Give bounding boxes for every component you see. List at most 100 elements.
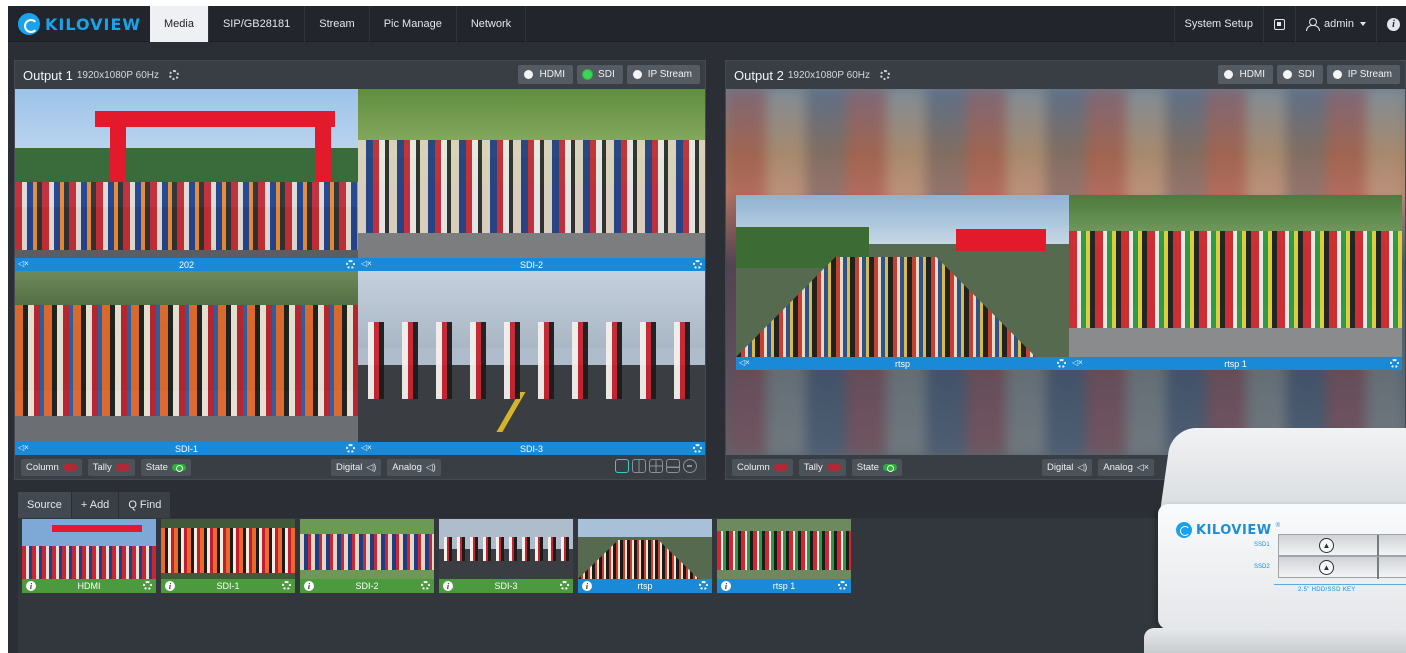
source-item[interactable]: i HDMI: [22, 519, 156, 593]
tally-toggle[interactable]: Tally: [798, 458, 846, 476]
find-source-button[interactable]: Q Find: [119, 492, 172, 518]
output-1-title: Output 1: [23, 67, 73, 83]
gear-icon[interactable]: [838, 581, 847, 590]
chevron-down-icon: [1360, 22, 1366, 26]
nav-pic-manage[interactable]: Pic Manage: [370, 6, 457, 42]
mute-icon[interactable]: ◁×: [739, 358, 750, 367]
gear-icon[interactable]: [346, 444, 355, 453]
analog-audio-button[interactable]: Analog ◁): [387, 458, 441, 476]
output-2-sdi-radio[interactable]: SDI: [1277, 65, 1323, 84]
device-button[interactable]: [1263, 6, 1295, 42]
user-icon: [1306, 18, 1321, 31]
nav-stream[interactable]: Stream: [305, 6, 370, 42]
video-tile[interactable]: ◁× rtsp 1: [1069, 195, 1402, 370]
source-item[interactable]: i SDI-3: [439, 519, 573, 593]
video-thumbnail: [15, 89, 358, 258]
device-base: [1144, 628, 1406, 653]
radio-icon: [632, 70, 642, 79]
output-2-resolution: 1920x1080P 60Hz: [787, 70, 870, 81]
radio-icon: [1283, 70, 1293, 79]
digital-label: Digital: [1046, 461, 1074, 473]
off-indicator-icon: [62, 463, 77, 471]
nav-sip[interactable]: SIP/GB28181: [209, 6, 306, 42]
video-tile[interactable]: ◁× SDI-3: [358, 271, 705, 455]
video-thumbnail: [1069, 195, 1402, 357]
nav-media[interactable]: Media: [150, 6, 209, 42]
off-indicator-icon: [826, 463, 841, 471]
nav-network[interactable]: Network: [457, 6, 527, 42]
tile-label: SDI-3: [519, 443, 543, 454]
info-icon[interactable]: i: [582, 581, 592, 591]
eject-icon: ▲: [1319, 560, 1334, 575]
gear-icon[interactable]: [282, 581, 291, 590]
source-item[interactable]: i SDI-1: [161, 519, 295, 593]
output-1-ipstream-radio[interactable]: IP Stream: [626, 65, 700, 84]
layout-pip-icon[interactable]: [666, 459, 680, 473]
gear-icon[interactable]: [560, 581, 569, 590]
tile-bar: ◁× SDI-3: [358, 442, 705, 455]
brand-name: KILOVIEW: [45, 14, 142, 34]
gear-icon[interactable]: [693, 444, 702, 453]
output-1-hdmi-radio[interactable]: HDMI: [518, 65, 574, 84]
device-icon: [1274, 18, 1286, 30]
video-tile[interactable]: ◁× rtsp: [736, 195, 1069, 370]
gear-icon[interactable]: [168, 70, 179, 80]
column-toggle[interactable]: Column: [732, 458, 793, 476]
info-icon[interactable]: i: [721, 581, 731, 591]
kiloview-device-image: KILOVIEW ® SSD1 ▲ SSD2 ▲ 2.5" HDD/SSD KE…: [1142, 428, 1406, 653]
source-item[interactable]: i SDI-2: [300, 519, 434, 593]
tile-bar: ◁× rtsp: [736, 357, 1069, 370]
video-thumbnail: [736, 195, 1069, 357]
mute-icon[interactable]: ◁×: [361, 259, 372, 268]
video-thumbnail: [358, 89, 705, 258]
output-1-sdi-radio[interactable]: SDI: [577, 65, 623, 84]
layout-single-icon[interactable]: [615, 459, 629, 473]
tally-toggle[interactable]: Tally: [87, 458, 135, 476]
add-source-button[interactable]: + Add: [71, 492, 120, 518]
output-2-ipstream-radio[interactable]: IP Stream: [1326, 65, 1400, 84]
layout-split-icon[interactable]: [632, 459, 646, 473]
info-icon[interactable]: i: [304, 581, 314, 591]
gear-icon[interactable]: [1057, 359, 1066, 368]
gear-icon[interactable]: [879, 70, 890, 80]
output-2-hdmi-radio[interactable]: HDMI: [1218, 65, 1274, 84]
logo-icon: [18, 13, 40, 35]
source-item[interactable]: i rtsp: [578, 519, 712, 593]
system-setup-button[interactable]: System Setup: [1173, 6, 1263, 42]
mute-icon[interactable]: ◁×: [18, 259, 29, 268]
layout-remove-icon[interactable]: [683, 459, 697, 473]
info-icon[interactable]: i: [443, 581, 453, 591]
source-item[interactable]: i rtsp 1: [717, 519, 851, 593]
video-tile[interactable]: ◁× SDI-1: [15, 271, 358, 455]
source-thumbnail: [578, 519, 712, 579]
info-icon[interactable]: i: [165, 581, 175, 591]
state-label: State: [145, 461, 168, 473]
state-toggle[interactable]: State: [140, 458, 191, 476]
column-toggle[interactable]: Column: [21, 458, 82, 476]
drive-bay-1: ▲: [1278, 534, 1406, 557]
gear-icon[interactable]: [346, 260, 355, 269]
gear-icon[interactable]: [143, 581, 152, 590]
gear-icon[interactable]: [1390, 359, 1399, 368]
gear-icon[interactable]: [699, 581, 708, 590]
user-menu[interactable]: admin: [1295, 6, 1376, 42]
user-name: admin: [1324, 18, 1354, 30]
source-label: HDMI: [77, 581, 101, 591]
mute-icon[interactable]: ◁×: [1072, 358, 1083, 367]
digital-audio-button[interactable]: Digital ◁): [330, 458, 382, 476]
mute-icon[interactable]: ◁×: [18, 443, 29, 452]
digital-audio-button[interactable]: Digital ◁): [1041, 458, 1093, 476]
about-button[interactable]: i: [1376, 6, 1406, 42]
video-tile[interactable]: ◁× 202: [15, 89, 358, 271]
state-toggle[interactable]: State: [851, 458, 902, 476]
logo-icon: [1176, 522, 1192, 538]
gear-icon[interactable]: [421, 581, 430, 590]
tab-source[interactable]: Source: [18, 492, 72, 518]
tile-bar: ◁× 202: [15, 258, 358, 271]
layout-quad-icon[interactable]: [649, 459, 663, 473]
info-icon[interactable]: i: [26, 581, 36, 591]
off-indicator-icon: [773, 463, 788, 471]
video-tile[interactable]: ◁× SDI-2: [358, 89, 705, 271]
gear-icon[interactable]: [693, 260, 702, 269]
mute-icon[interactable]: ◁×: [361, 443, 372, 452]
